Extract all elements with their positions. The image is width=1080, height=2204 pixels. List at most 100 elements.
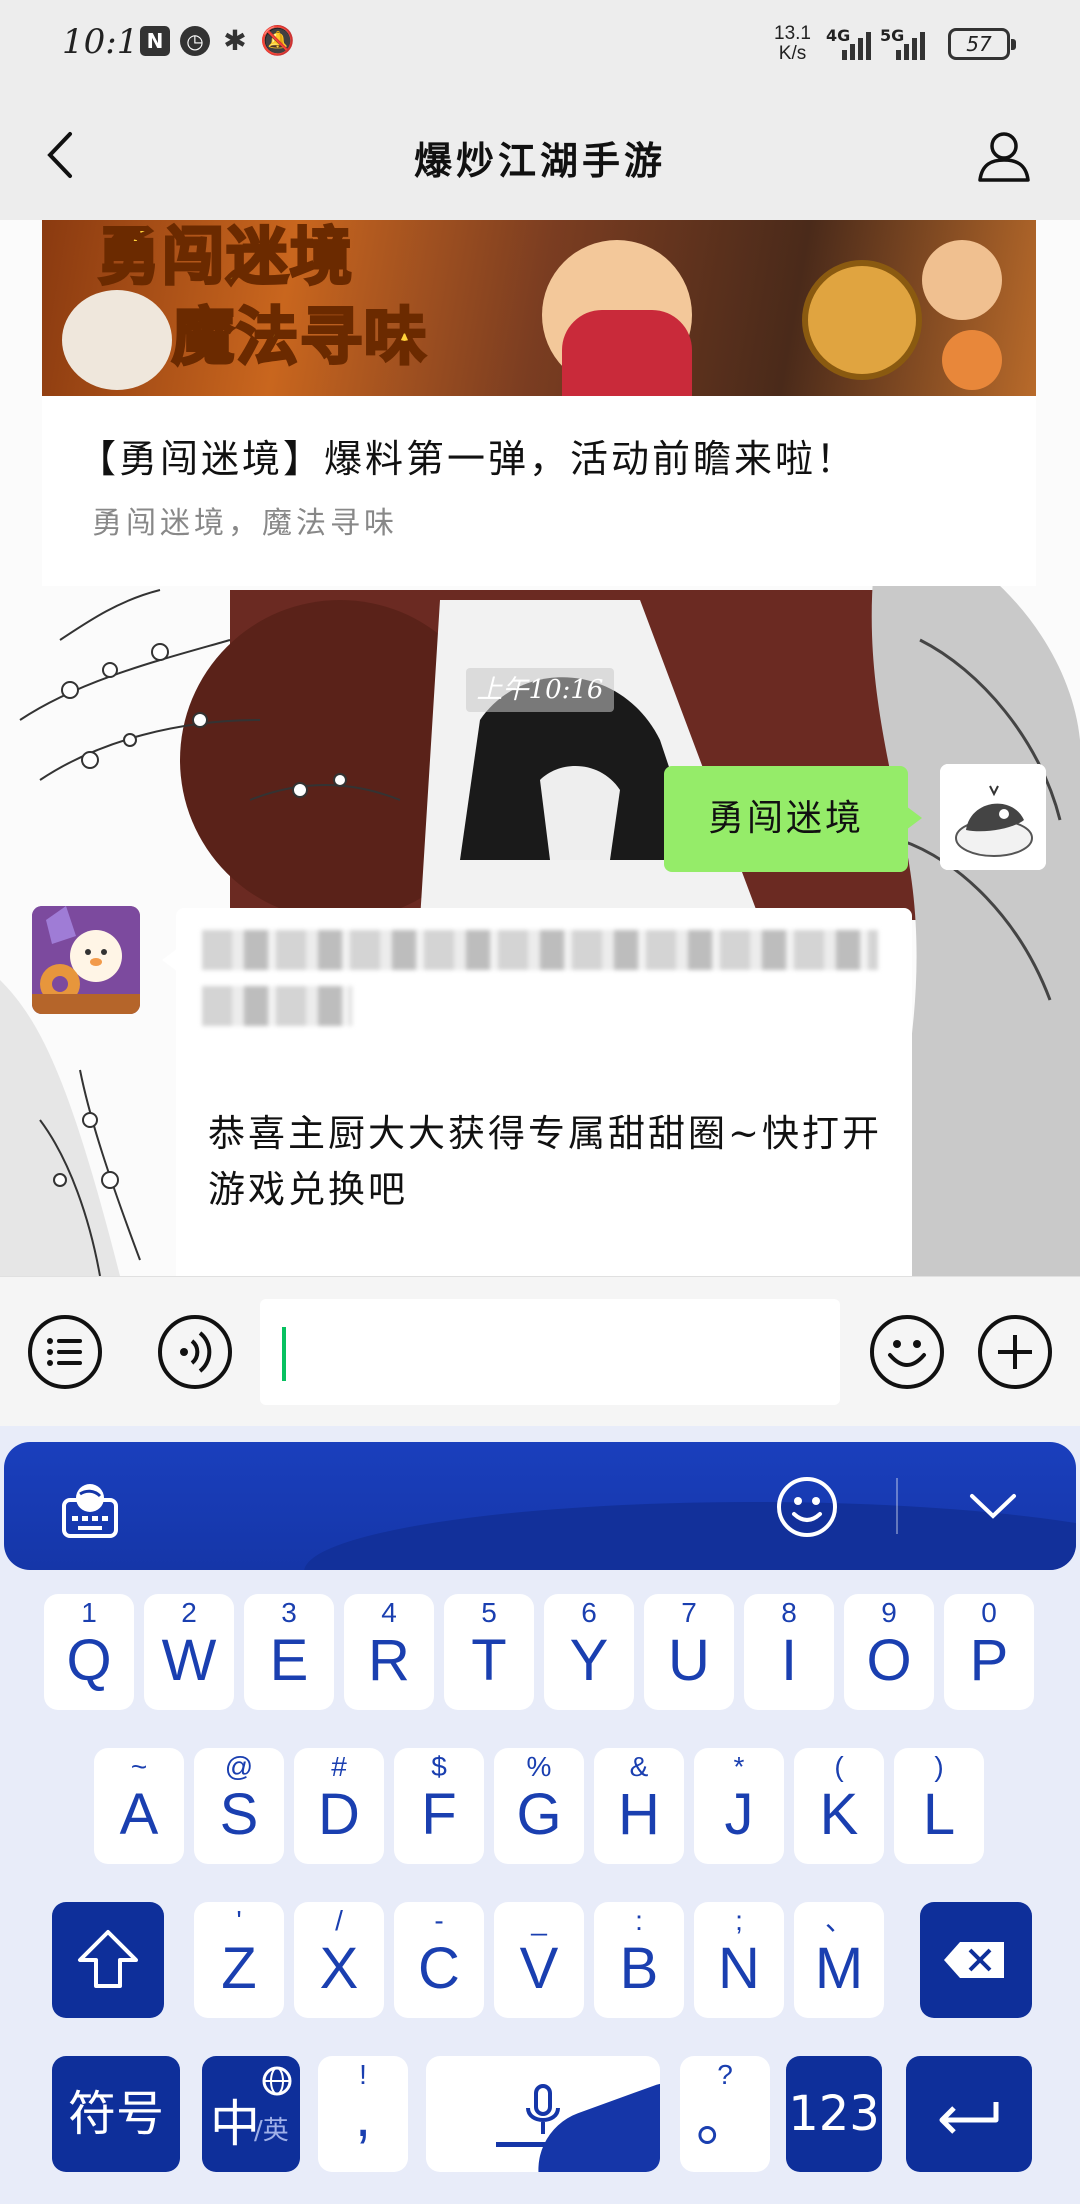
key-secondary-label: 9 <box>881 1597 897 1628</box>
key-r[interactable]: 4R <box>344 1594 434 1710</box>
key-primary-label: R <box>368 1628 410 1693</box>
key-g[interactable]: % G <box>494 1748 584 1864</box>
key-secondary-label: 0 <box>981 1597 997 1628</box>
menu-list-button[interactable] <box>28 1315 102 1389</box>
key-f[interactable]: $ F <box>394 1748 484 1864</box>
key-secondary-label: $ <box>431 1751 447 1782</box>
key-primary-label: J <box>724 1782 754 1847</box>
received-message-text: 恭喜主厨大大获得专属甜甜圈~快打开游戏兑换吧 <box>208 1112 883 1211</box>
key-primary-label: U <box>668 1628 710 1693</box>
key-secondary-label: - <box>434 1905 444 1936</box>
period-key[interactable]: ? 。 <box>680 2056 770 2172</box>
key-c[interactable]: -C <box>394 1902 484 2018</box>
key-primary-label: D <box>318 1782 360 1847</box>
key-s[interactable]: @ S <box>194 1748 284 1864</box>
enter-key[interactable] <box>906 2056 1032 2172</box>
language-switch-key[interactable]: 中 /英 <box>202 2056 300 2172</box>
key-primary-label: N <box>718 1936 760 2001</box>
key-primary-label: O <box>866 1628 912 1693</box>
key-secondary-label: % <box>526 1751 552 1782</box>
key-secondary-label: ~ <box>130 1751 148 1782</box>
nfc-icon: N <box>140 26 170 56</box>
key-i[interactable]: 8I <box>744 1594 834 1710</box>
shift-key[interactable] <box>52 1902 164 2018</box>
microphone-icon <box>526 2084 560 2134</box>
period-key-alt: ? <box>717 2059 733 2090</box>
official-account-avatar[interactable] <box>32 906 140 1014</box>
plus-icon <box>998 1335 1032 1369</box>
user-profile-icon[interactable] <box>976 128 1032 184</box>
key-m[interactable]: 、 M <box>794 1902 884 2018</box>
keyboard-emoji-icon[interactable] <box>774 1474 840 1540</box>
key-secondary-label: # <box>331 1751 347 1782</box>
message-text-input[interactable] <box>260 1299 840 1405</box>
key-primary-label: M <box>814 1936 864 2001</box>
period-key-label: 。 <box>695 2088 754 2153</box>
key-secondary-label: ' <box>236 1905 242 1936</box>
key-secondary-label: 1 <box>81 1597 97 1628</box>
network-speed-value: 13.1 <box>774 23 811 44</box>
key-primary-label: P <box>969 1628 1009 1693</box>
my-avatar[interactable] <box>940 764 1046 870</box>
key-secondary-label: @ <box>224 1751 254 1782</box>
key-secondary-label: ( <box>834 1751 844 1782</box>
article-banner-image: 勇闯迷境 魔法寻味 <box>42 220 1036 396</box>
space-voice-key[interactable] <box>426 2056 660 2172</box>
comma-key[interactable]: ! , <box>318 2056 408 2172</box>
hide-keyboard-chevron-icon[interactable] <box>968 1486 1018 1526</box>
globe-icon <box>262 2066 292 2096</box>
key-p[interactable]: 0P <box>944 1594 1034 1710</box>
lang-alt-label: /英 <box>254 2116 289 2146</box>
mute-icon: 🔕 <box>260 24 295 57</box>
key-primary-label: Q <box>66 1628 112 1693</box>
key-o[interactable]: 9O <box>844 1594 934 1710</box>
key-k[interactable]: (K <box>794 1748 884 1864</box>
received-message-bubble[interactable]: 恭喜主厨大大获得专属甜甜圈~快打开游戏兑换吧 <box>162 908 912 1276</box>
sent-message-bubble[interactable]: 勇闯迷境 <box>664 766 922 872</box>
symbols-key[interactable]: 符号 <box>52 2056 180 2172</box>
key-y[interactable]: 6Y <box>544 1594 634 1710</box>
alarm-icon: ◷ <box>180 26 210 56</box>
key-z[interactable]: ' Z <box>194 1902 284 2018</box>
key-w[interactable]: 2W <box>144 1594 234 1710</box>
key-x[interactable]: / X <box>294 1902 384 2018</box>
key-b[interactable]: :B <box>594 1902 684 2018</box>
key-secondary-label: ) <box>934 1751 944 1782</box>
key-primary-label: I <box>780 1628 798 1693</box>
key-v[interactable]: _ V <box>494 1902 584 2018</box>
key-j[interactable]: * J <box>694 1748 784 1864</box>
message-timestamp: 上午10:16 <box>466 668 614 712</box>
more-options-button[interactable] <box>978 1315 1052 1389</box>
key-secondary-label: 5 <box>481 1597 497 1628</box>
text-caret <box>282 1327 286 1381</box>
banner-line-1: 勇闯迷境 <box>96 220 355 295</box>
key-u[interactable]: 7U <box>644 1594 734 1710</box>
keyboard-globe-icon[interactable] <box>58 1476 128 1542</box>
key-t[interactable]: 5T <box>444 1594 534 1710</box>
key-secondary-label: * <box>733 1751 745 1782</box>
key-e[interactable]: 3E <box>244 1594 334 1710</box>
blurred-text-line <box>202 930 878 970</box>
article-card[interactable]: 勇闯迷境 魔法寻味 【勇闯迷境】爆料第一弹，活动前瞻来啦！ 勇闯迷境，魔法寻味 <box>42 220 1036 586</box>
shift-arrow-icon <box>78 1930 138 1988</box>
key-secondary-label: 、 <box>824 1905 853 1936</box>
chat-title: 爆炒江湖手游 <box>413 138 666 183</box>
numbers-key[interactable]: 123 <box>786 2056 882 2172</box>
key-h[interactable]: & H <box>594 1748 684 1864</box>
voice-input-button[interactable] <box>158 1315 232 1389</box>
comma-key-label: , <box>354 2084 372 2149</box>
key-d[interactable]: # D <box>294 1748 384 1864</box>
key-primary-label: W <box>161 1628 217 1693</box>
emoji-button[interactable] <box>870 1315 944 1389</box>
key-n[interactable]: ; N <box>694 1902 784 2018</box>
key-primary-label: K <box>819 1782 859 1847</box>
key-q[interactable]: 1Q <box>44 1594 134 1710</box>
key-l[interactable]: ) L <box>894 1748 984 1864</box>
voice-icon <box>180 1331 212 1373</box>
key-secondary-label: ; <box>735 1905 743 1936</box>
list-icon <box>47 1338 82 1366</box>
chat-area[interactable]: 勇闯迷境 魔法寻味 【勇闯迷境】爆料第一弹，活动前瞻来啦！ 勇闯迷境，魔法寻味 … <box>0 220 1080 1276</box>
key-a[interactable]: ~ A <box>94 1748 184 1864</box>
key-primary-label: Y <box>569 1628 609 1693</box>
backspace-key[interactable] <box>920 1902 1032 2018</box>
